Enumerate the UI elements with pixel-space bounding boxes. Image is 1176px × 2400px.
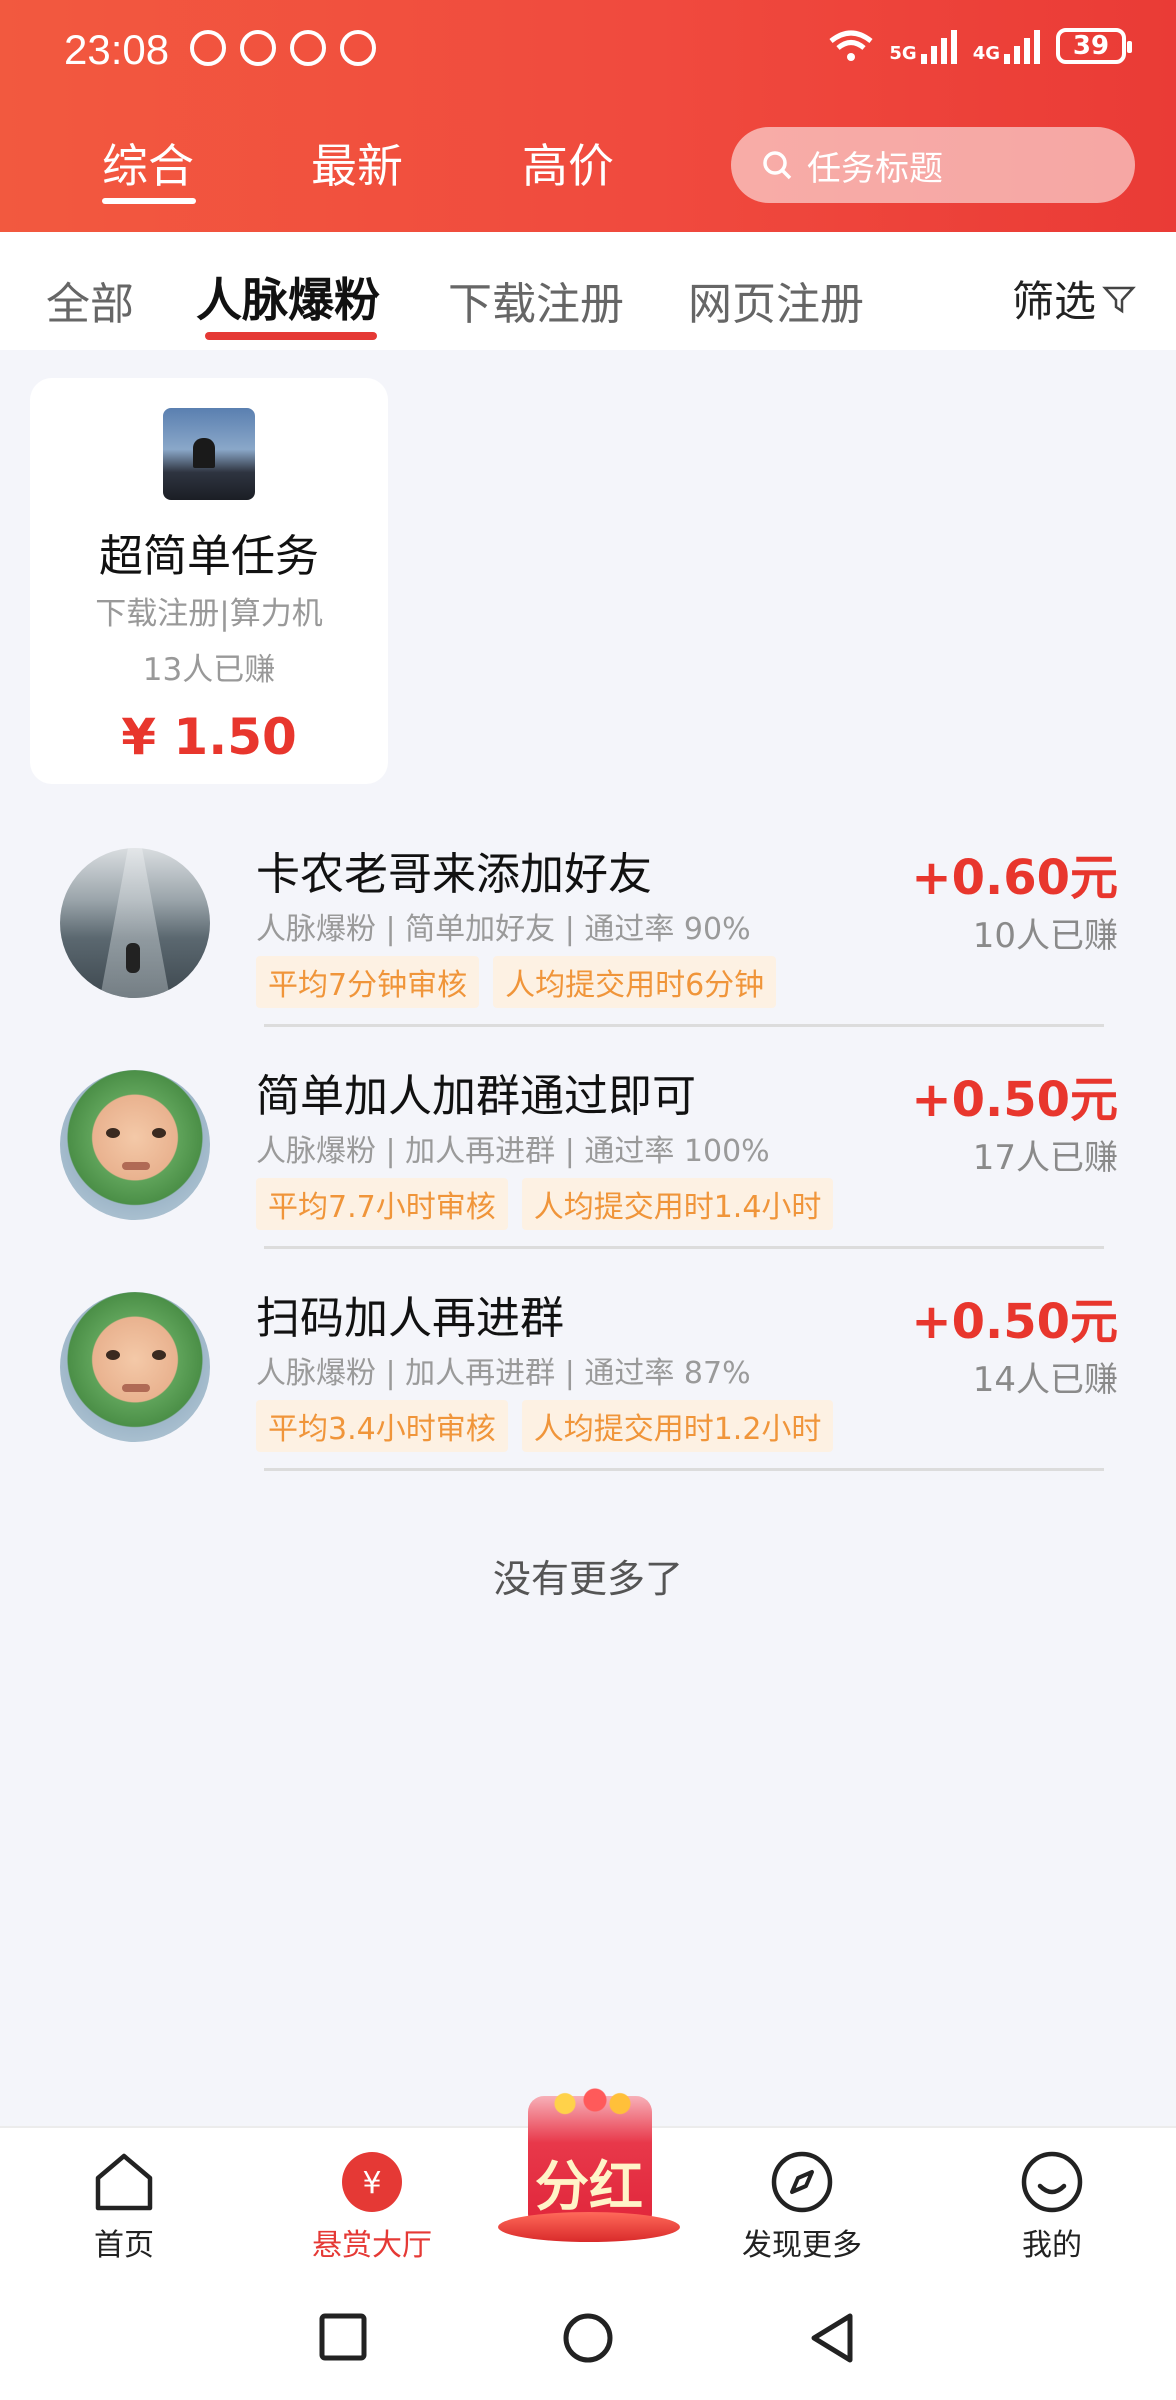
divider [264, 1468, 1104, 1471]
back-button[interactable] [806, 2312, 858, 2364]
task-list-item[interactable]: 简单加人加群通过即可 人脉爆粉 | 加人再进群 | 通过率 100% 平均7.7… [0, 1030, 1176, 1252]
task-tags: 平均7分钟审核 人均提交用时6分钟 [256, 956, 777, 1008]
divider [264, 1246, 1104, 1249]
featured-task-title: 超简单任务 [99, 531, 319, 582]
task-reward: +0.50元 [911, 1294, 1118, 1350]
category-tab-indicator [205, 332, 377, 340]
tab-all[interactable]: 全部 [46, 268, 134, 332]
mute-icon [340, 30, 376, 66]
submit-time-tag: 人均提交用时6分钟 [493, 956, 777, 1008]
dividend-label: 分红 [535, 2155, 643, 2218]
smile-icon [1021, 2151, 1083, 2213]
signal-5g-icon [920, 28, 957, 64]
submit-time-tag: 人均提交用时1.2小时 [521, 1400, 834, 1452]
nav-bounty-hall-label: 悬赏大厅 [312, 2228, 432, 2263]
review-time-tag: 平均7.7小时审核 [256, 1178, 508, 1230]
review-time-tag: 平均3.4小时审核 [256, 1400, 508, 1452]
status-time: 23:08 [64, 26, 170, 73]
task-meta: 人脉爆粉 | 加人再进群 | 通过率 87% [256, 1356, 751, 1391]
task-meta: 人脉爆粉 | 加人再进群 | 通过率 100% [256, 1134, 770, 1169]
status-indicator-icons [190, 30, 376, 66]
nav-discover[interactable]: 发现更多 [722, 2150, 882, 2264]
yuan-coin-icon: ¥ [342, 2152, 402, 2212]
task-earned-count: 10人已赚 [972, 916, 1118, 956]
task-title: 简单加人加群通过即可 [256, 1071, 696, 1122]
nav-home-label: 首页 [94, 2228, 154, 2263]
active-tab-indicator [102, 198, 196, 204]
home-system-button[interactable] [562, 2312, 614, 2364]
divider [264, 1024, 1104, 1027]
nav-home[interactable]: 首页 [44, 2150, 204, 2264]
dividend-button[interactable]: 分红 [498, 2080, 680, 2250]
filter-icon [1102, 286, 1136, 313]
network-4g-label: 4G [972, 43, 1000, 64]
top-tabs: 综合 最新 高价 [0, 130, 700, 220]
task-tags: 平均7.7小时审核 人均提交用时1.4小时 [256, 1178, 834, 1230]
nfc-icon [240, 30, 276, 66]
task-reward: +0.50元 [911, 1072, 1118, 1128]
task-meta: 人脉爆粉 | 简单加好友 | 通过率 90% [256, 912, 751, 947]
task-earned-count: 14人已赚 [972, 1360, 1118, 1400]
task-list-item[interactable]: 扫码加人再进群 人脉爆粉 | 加人再进群 | 通过率 87% 平均3.4小时审核… [0, 1252, 1176, 1474]
app-header: 23:08 5G 4G 39 综合 最新 高价 任务标题 [0, 0, 1176, 232]
search-placeholder: 任务标题 [807, 148, 943, 189]
featured-task-price: ¥ 1.50 [121, 708, 297, 766]
featured-task-thumbnail [163, 408, 255, 500]
task-reward: +0.60元 [911, 850, 1118, 906]
coins-icon [540, 2082, 640, 2118]
status-bar: 23:08 5G 4G 39 [0, 0, 1176, 100]
network-5g-label: 5G [889, 43, 917, 64]
submit-time-tag: 人均提交用时1.4小时 [521, 1178, 834, 1230]
task-avatar [60, 1070, 210, 1220]
home-icon [95, 2153, 153, 2211]
featured-task-count: 13人已赚 [142, 652, 276, 688]
featured-task-card[interactable]: 超简单任务 下载注册|算力机 13人已赚 ¥ 1.50 [30, 378, 388, 784]
task-avatar [60, 848, 210, 998]
task-list-item[interactable]: 卡农老哥来添加好友 人脉爆粉 | 简单加好友 | 通过率 90% 平均7分钟审核… [0, 808, 1176, 1030]
search-icon [763, 151, 792, 180]
tab-high-price[interactable]: 高价 [522, 130, 614, 196]
compass-icon [771, 2151, 833, 2213]
nav-bounty-hall[interactable]: ¥ 悬赏大厅 [292, 2150, 452, 2264]
nav-discover-label: 发现更多 [742, 2228, 862, 2263]
tab-contacts-fans[interactable]: 人脉爆粉 [196, 264, 380, 330]
search-input[interactable]: 任务标题 [731, 127, 1135, 203]
featured-task-subtitle: 下载注册|算力机 [95, 596, 323, 632]
filter-label: 筛选 [1011, 277, 1096, 326]
battery-icon: 39 [1056, 28, 1132, 64]
review-time-tag: 平均7分钟审核 [256, 956, 480, 1008]
signal-4g-icon [1004, 28, 1040, 64]
system-navigation-bar [0, 2274, 1176, 2400]
tab-comprehensive[interactable]: 综合 [102, 130, 194, 196]
nav-mine[interactable]: 我的 [972, 2150, 1132, 2264]
task-title: 扫码加人再进群 [256, 1293, 564, 1344]
tab-web-register[interactable]: 网页注册 [688, 268, 864, 332]
task-earned-count: 17人已赚 [972, 1138, 1118, 1178]
category-tabs: 全部 人脉爆粉 下载注册 网页注册 筛选 [0, 232, 1176, 350]
task-title: 卡农老哥来添加好友 [256, 849, 652, 900]
task-avatar [60, 1292, 210, 1442]
alarm-icon [290, 30, 326, 66]
status-right-cluster: 5G 4G 39 [829, 28, 1132, 64]
end-of-list-text: 没有更多了 [492, 1557, 683, 1601]
filter-button[interactable]: 筛选 [1012, 268, 1136, 329]
wifi-icon [829, 30, 873, 61]
svg-text:¥: ¥ [362, 2166, 381, 2201]
tab-download-register[interactable]: 下载注册 [448, 268, 624, 332]
task-tags: 平均3.4小时审核 人均提交用时1.2小时 [256, 1400, 834, 1452]
tab-latest[interactable]: 最新 [311, 130, 403, 196]
speed-icon [190, 30, 226, 66]
nav-mine-label: 我的 [1022, 2228, 1082, 2263]
recent-apps-button[interactable] [318, 2312, 368, 2362]
